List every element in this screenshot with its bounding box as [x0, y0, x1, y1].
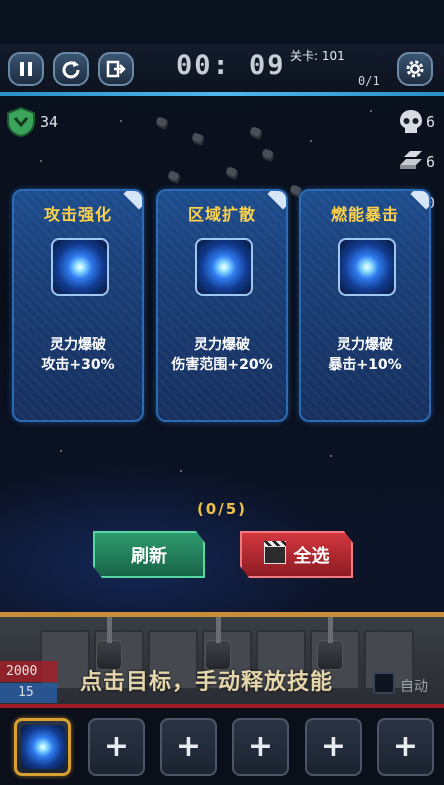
battle-timer: 00: 09 [176, 50, 286, 81]
exit-icon [106, 60, 126, 78]
wave-progress: 0/1 [358, 74, 380, 88]
card-title: 攻击强化 [43, 205, 112, 224]
spiral-skill-icon [195, 238, 253, 296]
hint-text: 点击目标，手动释放技能 [80, 670, 334, 695]
player-hp: 2000 [0, 661, 57, 682]
skill-card-area[interactable]: 区域扩散 灵力爆破 伤害范围+20% [156, 189, 288, 422]
skill-slot-4[interactable]: + [232, 718, 289, 776]
add-icon: + [175, 729, 202, 764]
shield-icon [7, 107, 35, 137]
skill-slot-2[interactable]: + [88, 718, 145, 776]
spiral-skill-icon [51, 238, 109, 296]
restart-icon [62, 61, 80, 79]
card-skill-name: 灵力爆破 [50, 337, 106, 353]
skill-slot-1[interactable] [14, 718, 71, 776]
pause-button[interactable] [8, 52, 44, 86]
skill-slot-3[interactable]: + [160, 718, 217, 776]
select-all-button-label: 全选 [293, 545, 330, 567]
select-all-button[interactable]: 全选 [240, 531, 353, 578]
add-icon: + [247, 729, 274, 764]
spiral-skill-icon [338, 238, 396, 296]
add-icon: + [103, 729, 130, 764]
auto-checkbox[interactable] [373, 672, 395, 694]
skill-card-attack[interactable]: 攻击强化 灵力爆破 攻击+30% [12, 189, 144, 422]
metal-value: 6 [426, 153, 436, 171]
selection-count: (0/5) [196, 500, 248, 518]
add-icon: + [320, 729, 347, 764]
kills-value: 6 [426, 113, 436, 131]
skill-card-crit[interactable]: 燃能暴击 灵力爆破 暴击+10% [299, 189, 431, 422]
refresh-button[interactable]: 刷新 [93, 531, 205, 578]
spiral-skill-icon [20, 725, 65, 769]
card-skill-name: 灵力爆破 [194, 337, 250, 353]
level-label: 关卡: 101 [290, 49, 345, 63]
top-hud-divider [0, 92, 444, 96]
card-title: 燃能暴击 [330, 205, 399, 224]
pause-icon [20, 62, 32, 76]
skill-slot-6[interactable]: + [377, 718, 434, 776]
add-icon: + [392, 729, 419, 764]
gear-icon [406, 60, 424, 78]
refresh-button-label: 刷新 [131, 545, 167, 567]
restart-button[interactable] [53, 52, 89, 86]
skull-icon [400, 110, 422, 133]
video-clapper-icon [263, 540, 286, 564]
skill-slot-5[interactable]: + [305, 718, 362, 776]
shield-value: 34 [40, 113, 59, 131]
metal-ingot-icon [400, 151, 422, 169]
card-effect: 攻击+30% [41, 357, 115, 373]
exit-button[interactable] [98, 52, 134, 86]
card-skill-name: 灵力爆破 [337, 337, 393, 353]
auto-label: 自动 [400, 679, 428, 695]
card-title: 区域扩散 [187, 205, 256, 224]
card-effect: 伤害范围+20% [171, 357, 273, 373]
card-effect: 暴击+10% [328, 357, 402, 373]
player-mp: 15 [0, 683, 57, 703]
settings-button[interactable] [397, 52, 433, 86]
